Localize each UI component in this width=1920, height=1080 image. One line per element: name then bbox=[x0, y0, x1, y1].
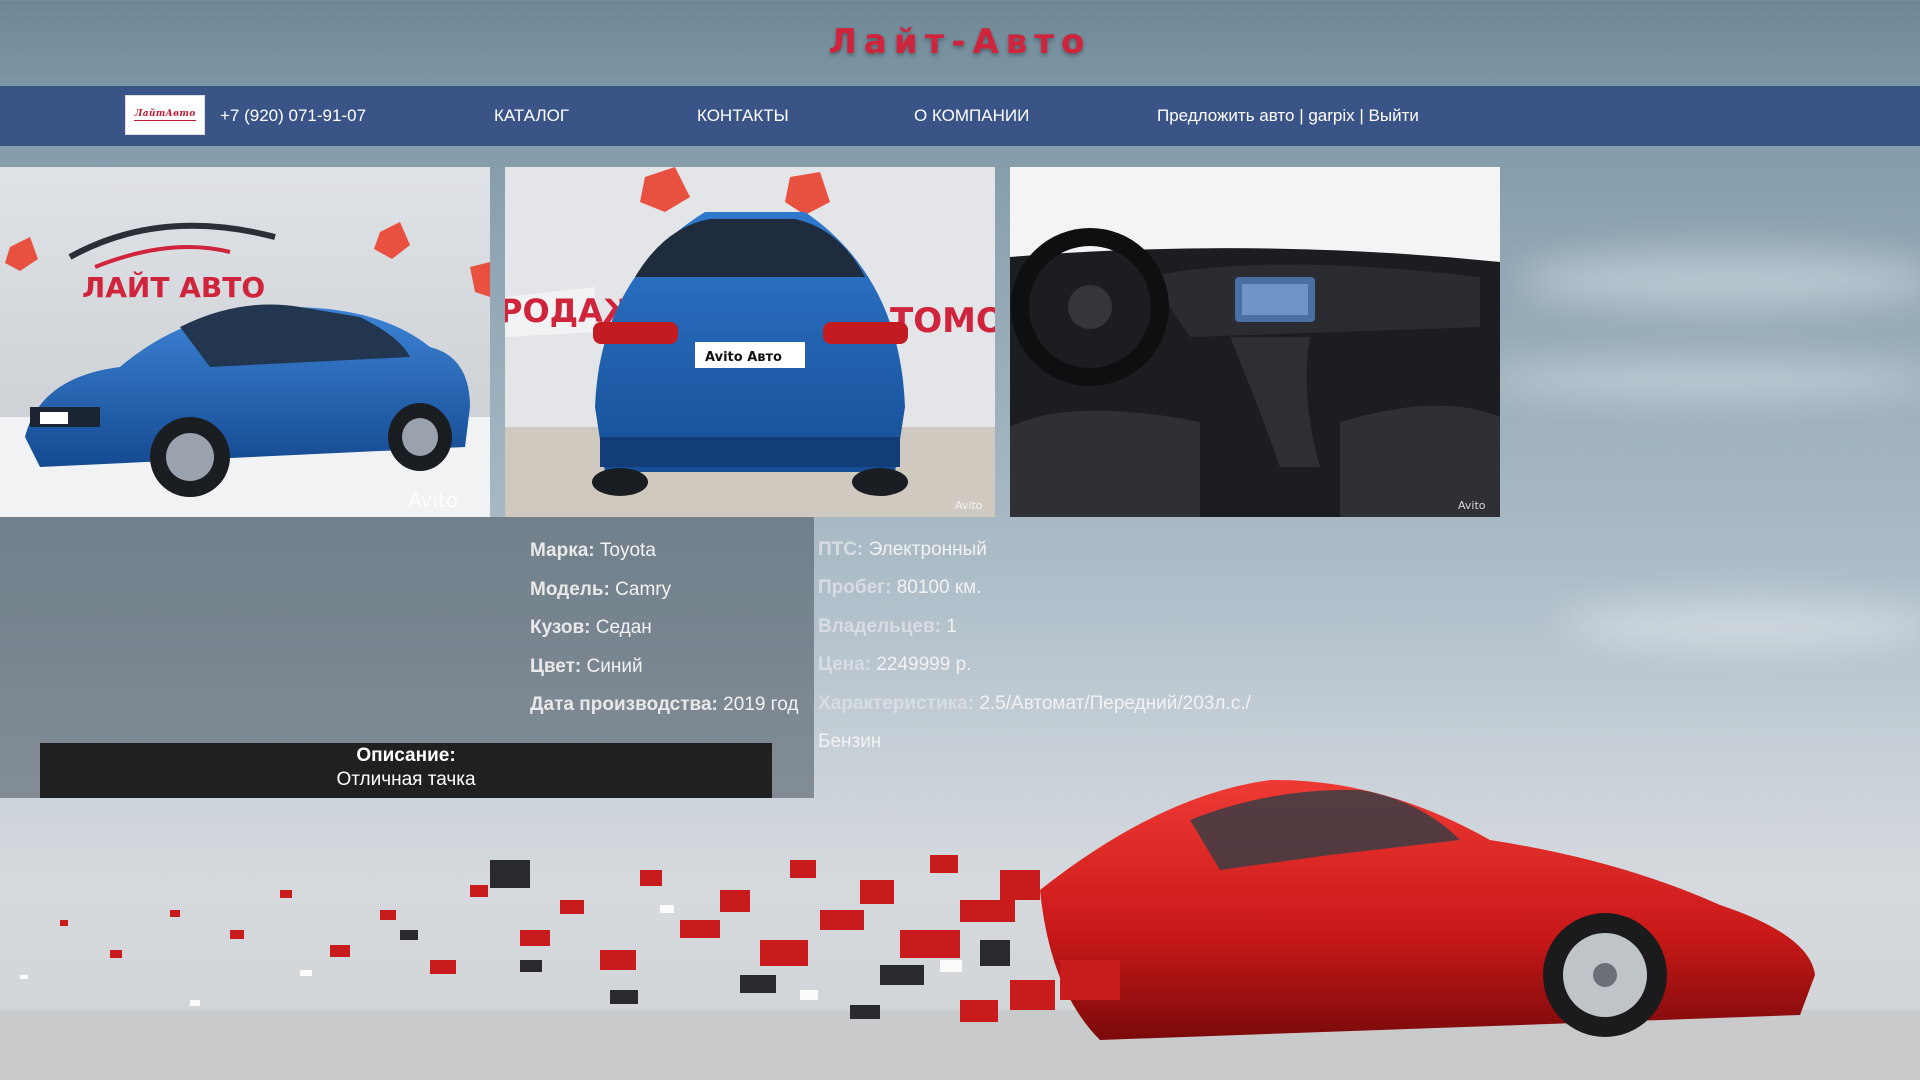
price-label: Цена: bbox=[818, 654, 872, 675]
car-photo-3[interactable]: Avito bbox=[1010, 167, 1500, 517]
info-fuel: Бензин bbox=[818, 731, 882, 752]
brand-label: Марка: bbox=[530, 540, 595, 561]
info-model: Модель: Camry bbox=[530, 579, 671, 601]
body-label: Кузов: bbox=[530, 617, 591, 638]
phone-number[interactable]: +7 (920) 071-91-07 bbox=[220, 106, 366, 126]
owners-value: 1 bbox=[946, 616, 957, 637]
pts-value: Электронный bbox=[868, 539, 987, 560]
username-link[interactable]: garpix bbox=[1308, 106, 1354, 125]
logo-text: ЛайтАвто bbox=[134, 109, 196, 121]
logout-link[interactable]: Выйти bbox=[1369, 106, 1419, 125]
year-label: Дата производства: bbox=[530, 694, 718, 715]
mileage-label: Пробег: bbox=[818, 577, 892, 598]
info-price: Цена: 2249999 р. bbox=[818, 654, 971, 676]
model-value: Camry bbox=[615, 579, 672, 600]
suggest-car-link[interactable]: Предложить авто bbox=[1157, 106, 1294, 125]
year-value: 2019 год bbox=[723, 694, 799, 715]
info-body: Кузов: Седан bbox=[530, 617, 652, 639]
specs-value: 2.5/Автомат/Передний/203л.с./ bbox=[979, 693, 1251, 714]
color-label: Цвет: bbox=[530, 656, 582, 677]
model-label: Модель: bbox=[530, 579, 610, 600]
brand-value: Toyota bbox=[599, 540, 656, 561]
car-photo-2[interactable]: РОДАЖ ТОМО Avito Авто Avito bbox=[505, 167, 995, 517]
info-brand: Марка: Toyota bbox=[530, 540, 656, 562]
price-value: 2249999 р. bbox=[876, 654, 972, 675]
navbar: ЛайтАвто +7 (920) 071-91-07 КАТАЛОГ КОНТ… bbox=[0, 86, 1920, 146]
photo2-plate-text: Avito Авто bbox=[705, 350, 782, 365]
info-year: Дата производства: 2019 год bbox=[530, 694, 798, 716]
photo2-watermark: Avito bbox=[955, 499, 983, 512]
info-owners: Владельцев: 1 bbox=[818, 616, 957, 638]
nav-catalog[interactable]: КАТАЛОГ bbox=[494, 106, 569, 126]
info-specs: Характеристика: 2.5/Автомат/Передний/203… bbox=[818, 693, 1251, 715]
owners-label: Владельцев: bbox=[818, 616, 941, 637]
specs-label: Характеристика: bbox=[818, 693, 975, 714]
body-value: Седан bbox=[595, 617, 652, 638]
nav-separator: | bbox=[1299, 106, 1304, 125]
hero-car-illustration bbox=[0, 779, 1920, 1080]
info-pts: ПТС: Электронный bbox=[818, 539, 987, 561]
photo1-watermark: Avito bbox=[408, 488, 458, 512]
info-mileage: Пробег: 80100 км. bbox=[818, 577, 981, 599]
photo3-watermark: Avito bbox=[1458, 499, 1486, 512]
photo1-banner-text: ЛАЙТ АВТО bbox=[82, 270, 265, 304]
user-menu: Предложить авто | garpix | Выйти bbox=[1157, 106, 1419, 126]
mileage-value: 80100 км. bbox=[896, 577, 982, 598]
site-logo[interactable]: ЛайтАвто bbox=[125, 95, 205, 135]
color-value: Синий bbox=[586, 656, 643, 677]
nav-contacts[interactable]: КОНТАКТЫ bbox=[697, 106, 789, 126]
car-photo-1[interactable]: ЛАЙТ АВТО Avito bbox=[0, 167, 490, 517]
pts-label: ПТС: bbox=[818, 539, 864, 560]
info-color: Цвет: Синий bbox=[530, 656, 643, 678]
nav-separator: | bbox=[1359, 106, 1364, 125]
nav-about[interactable]: О КОМПАНИИ bbox=[914, 106, 1029, 126]
site-title: Лайт-Авто bbox=[828, 22, 1092, 62]
